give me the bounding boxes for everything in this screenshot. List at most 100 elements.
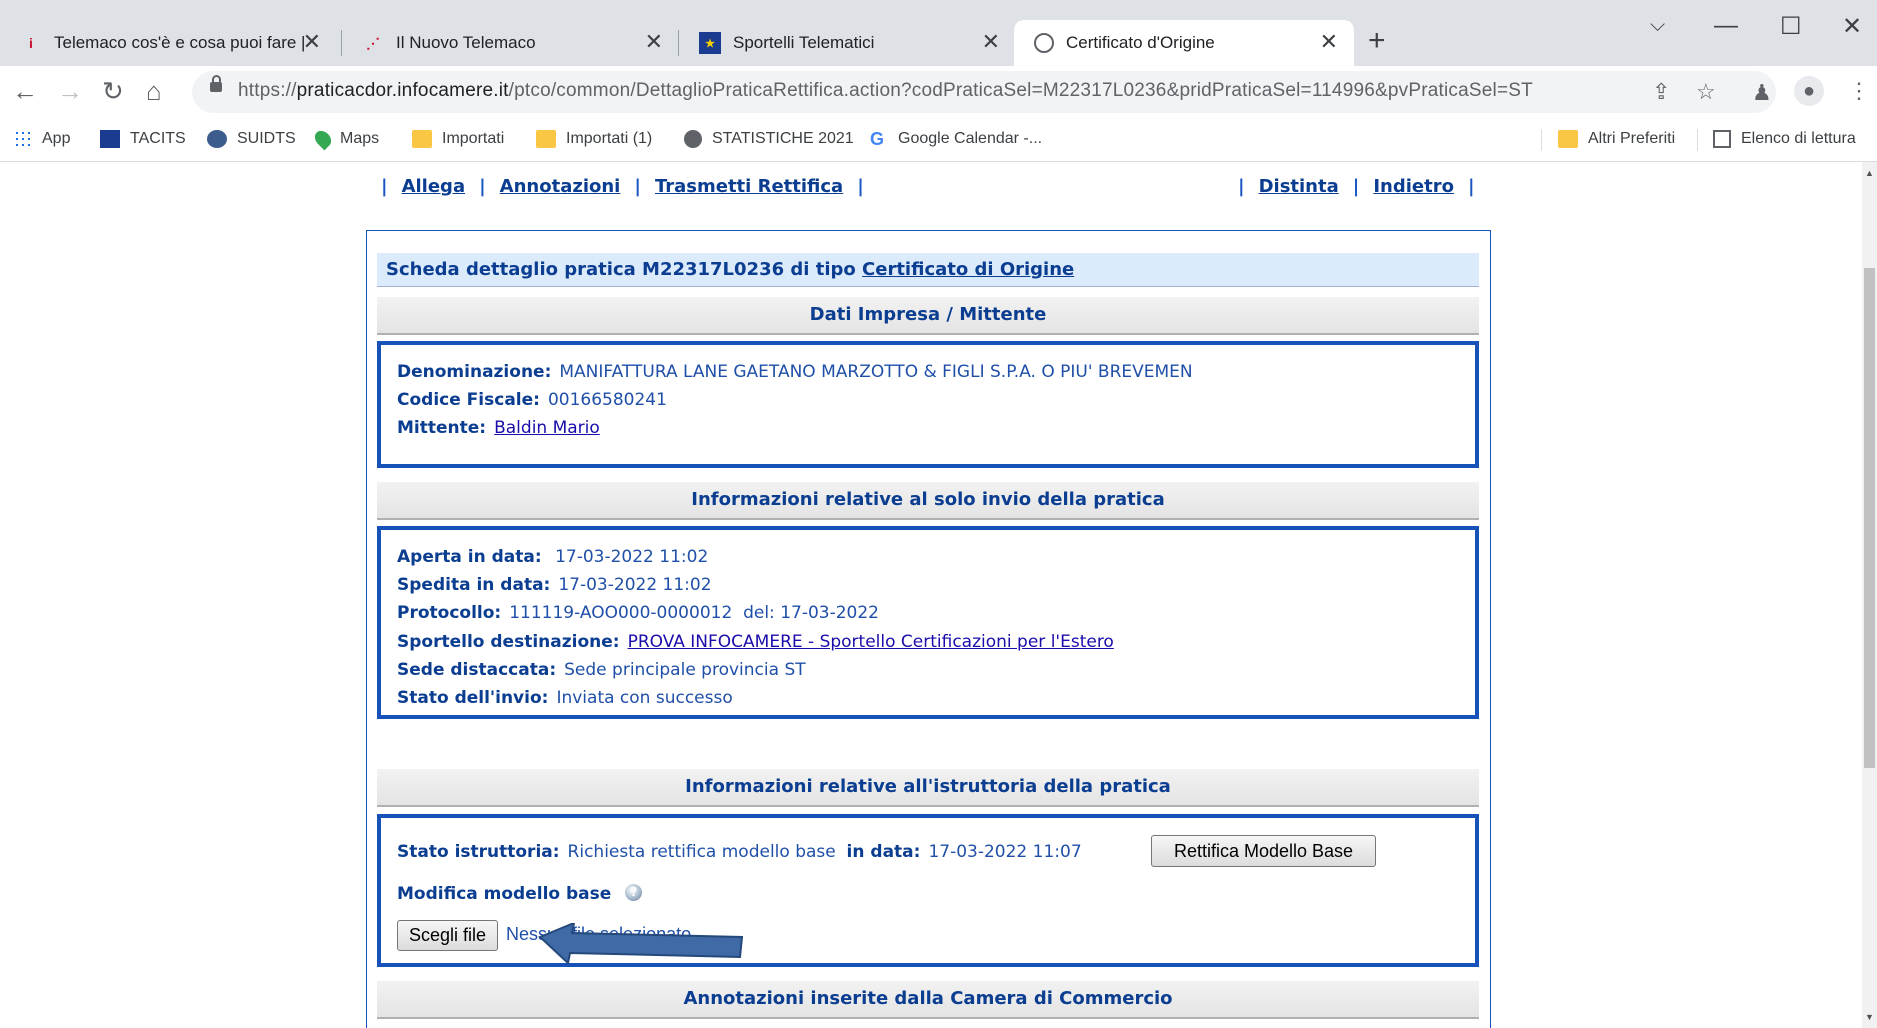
bookmarks-bar: App TACITS SUIDTS Maps Importati Importa…	[0, 119, 1877, 162]
field-label: Denominazione:	[397, 362, 552, 382]
close-icon[interactable]: ✕	[1320, 31, 1338, 53]
nav-separator: |	[1238, 176, 1245, 197]
back-icon[interactable]: ←	[12, 78, 38, 104]
choose-file-button[interactable]: Scegli file	[397, 920, 498, 951]
tab-title: Certificato d'Origine	[1066, 33, 1215, 52]
forward-icon[interactable]: →	[57, 78, 83, 104]
nav-separator: |	[857, 176, 864, 197]
bookmark-label: TACITS	[130, 130, 186, 147]
scroll-down-icon[interactable]: ▼	[1865, 1012, 1874, 1022]
new-tab-icon[interactable]: +	[1368, 24, 1386, 58]
globe-icon	[684, 130, 702, 148]
field-label: in data:	[846, 842, 921, 862]
url-text: https://praticacdor.infocamere.it/ptco/c…	[238, 80, 1533, 101]
mittente-link[interactable]: Baldin Mario	[494, 418, 600, 438]
page-title: Scheda dettaglio pratica M22317L0236 di …	[377, 253, 1479, 287]
google-icon: G	[870, 129, 885, 149]
indietro-link[interactable]: Indietro	[1373, 176, 1454, 197]
bookmark-altri-preferiti[interactable]: Altri Preferiti	[1558, 130, 1675, 148]
field-label: Stato dell'invio:	[397, 688, 549, 708]
tab-title: Il Nuovo Telemaco	[396, 33, 536, 52]
bookmark-label: Elenco di lettura	[1741, 130, 1856, 147]
field-label: Codice Fiscale:	[397, 390, 540, 410]
page-content: | Allega | Annotazioni | Trasmetti Rettifica |…	[0, 162, 1862, 1028]
minimize-icon[interactable]: —	[1714, 12, 1738, 40]
section-header-istruttoria: Informazioni relative all'istruttoria de…	[377, 769, 1479, 807]
allega-link[interactable]: Allega	[402, 176, 466, 197]
reload-icon[interactable]: ↻	[102, 78, 124, 104]
sportello-link[interactable]: PROVA INFOCAMERE - Sportello Certificazi…	[628, 632, 1114, 652]
bookmark-divider	[1697, 129, 1698, 151]
tab-sportelli[interactable]: ★ Sportelli Telematici ✕	[679, 20, 1016, 66]
apps-grid-icon	[14, 130, 32, 148]
distinta-link[interactable]: Distinta	[1259, 176, 1339, 197]
stato-invio-value: Inviata con successo	[556, 688, 733, 708]
star-icon[interactable]: ☆	[1696, 79, 1716, 105]
rettifica-modello-base-button[interactable]: Rettifica Modello Base	[1151, 835, 1376, 867]
maps-pin-icon	[311, 127, 335, 151]
stato-istruttoria-row: Stato istruttoria: Richiesta rettifica mo…	[397, 842, 1082, 862]
chevron-down-icon[interactable]: ⌵	[1650, 14, 1665, 37]
menu-icon[interactable]: ⋮	[1848, 78, 1870, 104]
home-icon[interactable]: ⌂	[146, 78, 162, 104]
nav-separator: |	[381, 176, 388, 197]
trasmetti-rettifica-link[interactable]: Trasmetti Rettifica	[655, 176, 843, 197]
nav-separator: |	[479, 176, 486, 197]
tab-title: Telemaco cos'è e cosa puoi fare |	[54, 33, 306, 52]
bookmark-label: Altri Preferiti	[1588, 130, 1676, 147]
tab-title: Sportelli Telematici	[733, 33, 875, 52]
reading-list[interactable]: Elenco di lettura	[1713, 130, 1856, 148]
bookmark-app[interactable]: App	[14, 130, 70, 148]
scrollbar-thumb[interactable]	[1864, 268, 1875, 768]
folder-icon	[1558, 130, 1578, 148]
scroll-up-icon[interactable]: ▲	[1865, 168, 1874, 178]
tab-telemaco[interactable]: i Telemaco cos'è e cosa puoi fare | ✕	[0, 20, 337, 66]
stato-istruttoria-value: Richiesta rettifica modello base	[567, 842, 836, 862]
bookmark-importati-1[interactable]: Importati (1)	[536, 130, 652, 148]
denominazione-row: Denominazione: MANIFATTURA LANE GAETANO M…	[397, 362, 1193, 382]
close-icon[interactable]: ✕	[303, 31, 321, 53]
bookmark-label: Maps	[340, 130, 380, 147]
bookmark-statistiche[interactable]: STATISTICHE 2021	[684, 130, 854, 148]
tipo-link[interactable]: Certificato di Origine	[862, 259, 1074, 280]
bookmark-divider	[1541, 129, 1542, 151]
bookmark-suidts[interactable]: SUIDTS	[207, 130, 296, 148]
title-text: Scheda dettaglio pratica M22317L0236 di …	[386, 259, 856, 280]
top-nav-right: | Distinta | Indietro |	[1238, 176, 1489, 197]
profile-avatar-icon[interactable]: ●	[1794, 76, 1824, 106]
bookmark-tacits[interactable]: TACITS	[100, 130, 186, 148]
bookmark-label: Google Calendar -...	[898, 130, 1043, 147]
extension-icon[interactable]: ♟	[1752, 80, 1772, 106]
close-icon[interactable]: ✕	[982, 31, 1000, 53]
globe-icon	[1034, 33, 1054, 53]
aperta-value: 17-03-2022 11:02	[555, 547, 709, 567]
maximize-icon[interactable]: ☐	[1780, 12, 1802, 41]
invio-box: Aperta in data: 17-03-2022 11:02 Spedita…	[377, 526, 1479, 719]
spedita-value: 17-03-2022 11:02	[558, 575, 712, 595]
field-label: Modifica modello base	[397, 884, 612, 904]
annotazioni-link[interactable]: Annotazioni	[500, 176, 621, 197]
bookmark-label: STATISTICHE 2021	[712, 130, 854, 147]
suidts-icon	[207, 130, 227, 148]
address-bar[interactable]: https://praticacdor.infocamere.it/ptco/c…	[192, 71, 1776, 113]
section-header-invio: Informazioni relative al solo invio dell…	[377, 482, 1479, 520]
tab-certificato[interactable]: Certificato d'Origine ✕	[1014, 20, 1354, 66]
close-icon[interactable]: ✕	[645, 31, 663, 53]
bookmark-label: Importati (1)	[566, 130, 653, 147]
close-window-icon[interactable]: ✕	[1842, 12, 1862, 41]
stato-invio-row: Stato dell'invio: Inviata con successo	[397, 688, 733, 708]
mittente-row: Mittente: Baldin Mario	[397, 418, 600, 438]
field-label: Mittente:	[397, 418, 487, 438]
help-icon[interactable]: ?	[625, 884, 643, 901]
tab-nuovo-telemaco[interactable]: ⋰ Il Nuovo Telemaco ✕	[342, 20, 679, 66]
share-icon[interactable]: ⇪	[1652, 79, 1670, 105]
bookmark-calendar[interactable]: G Google Calendar -...	[870, 130, 1042, 148]
browser-toolbar: ← → ↻ ⌂ https://praticacdor.infocamere.i…	[0, 66, 1877, 119]
field-label: Aperta in data:	[397, 547, 542, 567]
tab-strip: i Telemaco cos'è e cosa puoi fare | ✕ ⋰ …	[0, 0, 1877, 66]
bookmark-maps[interactable]: Maps	[311, 127, 380, 151]
lock-icon	[210, 75, 222, 92]
nav-separator: |	[1467, 176, 1475, 197]
vertical-scrollbar[interactable]: ▲ ▼	[1862, 162, 1877, 1028]
bookmark-importati[interactable]: Importati	[412, 130, 504, 148]
